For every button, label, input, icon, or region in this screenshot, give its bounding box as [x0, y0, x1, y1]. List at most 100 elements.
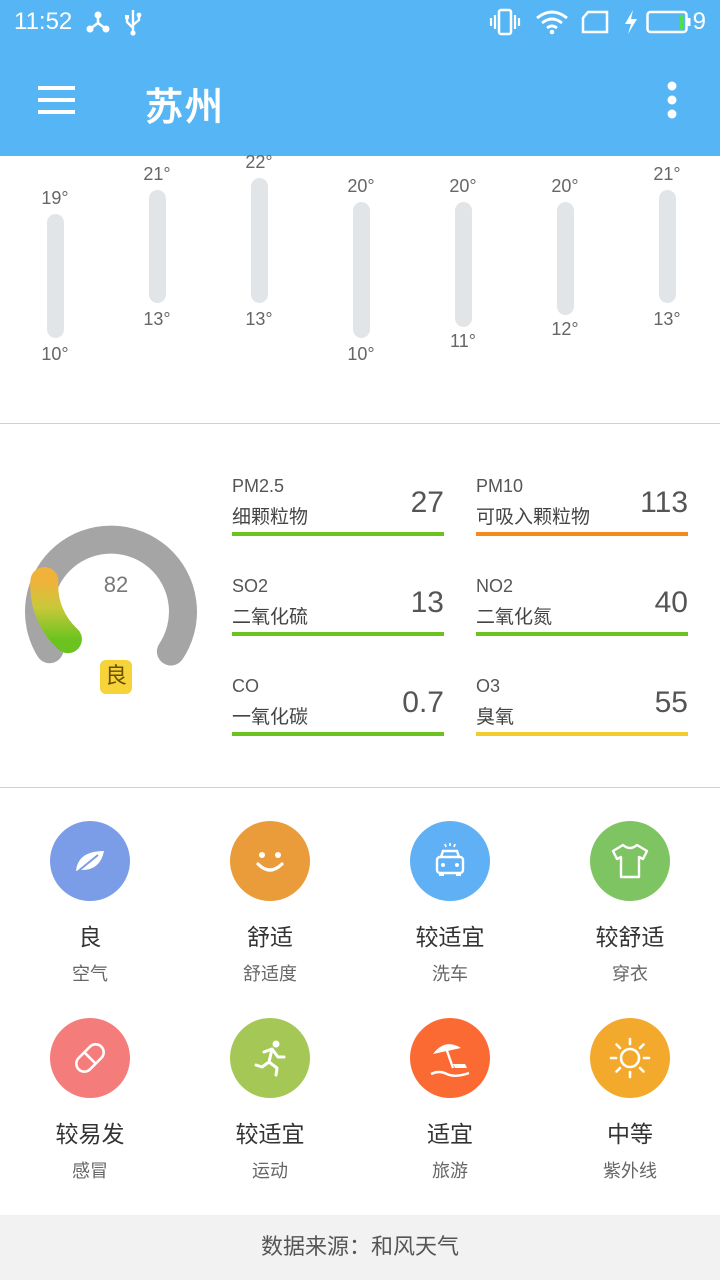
- life-index-cold[interactable]: 较易发 感冒: [0, 985, 180, 1182]
- temp-range-bar: [659, 190, 676, 303]
- life-index-type: 感冒: [72, 1161, 108, 1182]
- pollutant-value: 27: [410, 486, 444, 519]
- forecast-high: 19°: [41, 188, 69, 208]
- life-index-grid: 良 空气 舒适 舒适度 较适宜 洗车 较舒适 穿衣 较易发 感冒 较适宜 运动: [0, 788, 720, 1215]
- life-index-status: 较易发: [55, 1122, 125, 1148]
- life-index-type: 紫外线: [603, 1161, 657, 1182]
- pollutant-code: O3: [476, 676, 501, 696]
- data-source-footer: 数据来源：和风天气: [0, 1215, 720, 1280]
- pollutant-value: 40: [654, 586, 688, 619]
- pollutant-co: CO 一氧化碳 0.7: [232, 676, 444, 746]
- pollutant-level-line: [476, 532, 688, 536]
- pollutant-name: 二氧化氮: [476, 606, 553, 628]
- pollutant-level-line: [232, 532, 444, 536]
- pollutant-so2: SO2 二氧化硫 13: [232, 576, 444, 646]
- temp-range-bar: [353, 202, 370, 338]
- pollutant-pm25: PM2.5 细颗粒物 27: [232, 476, 444, 546]
- life-index-travel[interactable]: 适宜 旅游: [360, 985, 540, 1182]
- pollutant-code: SO2: [232, 576, 269, 596]
- pollutant-level-line: [232, 732, 444, 736]
- pollutant-name: 可吸入颗粒物: [476, 506, 591, 528]
- temp-range-bar: [251, 178, 268, 303]
- life-index-status: 良: [78, 925, 102, 951]
- forecast-low: 11°: [450, 331, 476, 351]
- life-index-status: 中等: [607, 1122, 653, 1148]
- forecast-low: 12°: [551, 319, 579, 339]
- life-index-type: 洗车: [432, 964, 468, 985]
- menu-button[interactable]: [30, 76, 82, 124]
- smile-icon: [230, 821, 310, 901]
- pollutant-level-line: [232, 632, 444, 636]
- life-index-type: 运动: [252, 1161, 288, 1182]
- life-index-status: 适宜: [427, 1122, 473, 1148]
- pollutant-name: 细颗粒物: [232, 506, 309, 528]
- battery-icon: [646, 8, 692, 36]
- aqi-value: 82: [103, 572, 129, 597]
- battery-level: 9: [692, 8, 706, 35]
- usb-icon: [122, 8, 144, 36]
- forecast-high: 22°: [245, 152, 273, 172]
- pollutant-level-line: [476, 732, 688, 736]
- life-index-carwash[interactable]: 较适宜 洗车: [360, 788, 540, 985]
- shirt-icon: [590, 821, 670, 901]
- forecast-low: 13°: [245, 309, 273, 329]
- life-index-status: 较舒适: [595, 925, 665, 951]
- forecast-low: 13°: [143, 309, 171, 329]
- temp-range-bar: [557, 202, 574, 315]
- pollutant-value: 113: [640, 486, 688, 519]
- share-icon: [84, 8, 112, 36]
- charging-icon: [622, 8, 640, 36]
- runner-icon: [230, 1018, 310, 1098]
- pollutant-level-line: [476, 632, 688, 636]
- forecast-low: 10°: [41, 344, 69, 364]
- pollutant-name: 一氧化碳: [232, 706, 309, 728]
- temp-range-bar: [149, 190, 166, 303]
- pollutant-code: PM10: [476, 476, 524, 496]
- more-vert-icon: [667, 81, 677, 119]
- pollutant-code: PM2.5: [232, 476, 285, 496]
- hamburger-icon: [38, 86, 75, 114]
- life-index-status: 较适宜: [415, 925, 485, 951]
- pollutant-value: 13: [410, 586, 444, 619]
- forecast-high: 20°: [347, 176, 375, 196]
- forecast-high: 20°: [551, 176, 579, 196]
- app-bar: 苏州: [0, 44, 720, 156]
- car-icon: [410, 821, 490, 901]
- life-index-status: 较适宜: [235, 1122, 305, 1148]
- vibrate-icon: [488, 8, 522, 36]
- life-index-type: 旅游: [432, 1161, 468, 1182]
- life-index-type: 空气: [72, 964, 108, 985]
- aqi-level-badge: 良: [100, 660, 132, 694]
- forecast-high: 20°: [449, 176, 477, 196]
- pill-icon: [50, 1018, 130, 1098]
- life-index-comfort[interactable]: 舒适 舒适度: [180, 788, 360, 985]
- life-index-dressing[interactable]: 较舒适 穿衣: [540, 788, 720, 985]
- air-quality-section: 82 良 PM2.5 细颗粒物 27 PM10 可吸入颗粒物 113 SO2 二…: [0, 424, 720, 788]
- pollutant-value: 0.7: [402, 686, 444, 719]
- life-index-uv[interactable]: 中等 紫外线: [540, 985, 720, 1182]
- sim-icon: [580, 8, 610, 36]
- page-title: 苏州: [145, 85, 226, 129]
- forecast-high: 21°: [653, 164, 681, 184]
- pollutant-name: 二氧化硫: [232, 606, 309, 628]
- life-index-status: 舒适: [247, 925, 293, 951]
- pollutant-pm10: PM10 可吸入颗粒物 113: [476, 476, 688, 546]
- wifi-icon: [534, 8, 570, 36]
- status-time: 11:52: [14, 8, 73, 35]
- forecast-temperature-range: 19° 10° 21° 13° 22° 13° 20° 10° 20° 11° …: [0, 152, 720, 424]
- pollutant-code: NO2: [476, 576, 514, 596]
- overflow-menu-button[interactable]: [652, 74, 692, 126]
- life-index-type: 穿衣: [612, 964, 648, 985]
- pollutant-code: CO: [232, 676, 259, 696]
- status-bar: 11:52 9: [0, 0, 720, 44]
- life-index-sport[interactable]: 较适宜 运动: [180, 985, 360, 1182]
- life-index-air[interactable]: 良 空气: [0, 788, 180, 985]
- forecast-low: 10°: [347, 344, 375, 364]
- leaf-icon: [50, 821, 130, 901]
- life-index-type: 舒适度: [243, 964, 297, 985]
- beach-icon: [410, 1018, 490, 1098]
- sun-icon: [590, 1018, 670, 1098]
- pollutant-value: 55: [654, 686, 688, 719]
- forecast-low: 13°: [653, 309, 681, 329]
- forecast-high: 21°: [143, 164, 171, 184]
